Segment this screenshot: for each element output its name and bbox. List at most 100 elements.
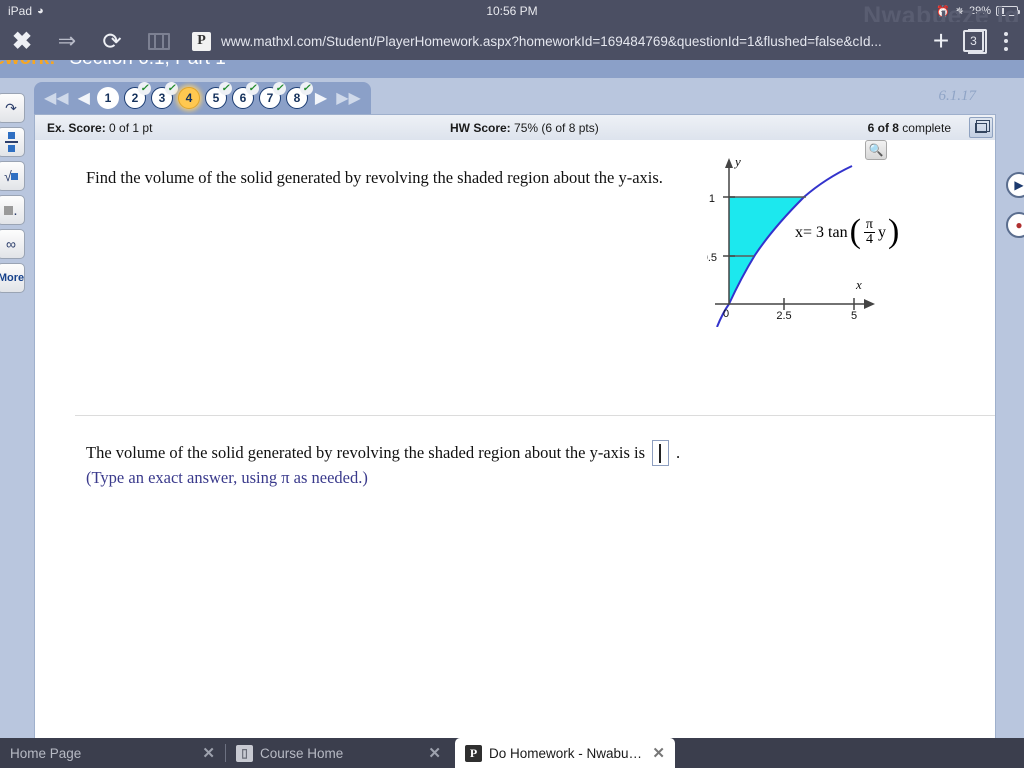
status-bar-right: ⏰ ✵ 29% xyxy=(936,5,1020,18)
bluetooth-icon: ✵ xyxy=(954,5,964,18)
close-icon[interactable]: ✕ xyxy=(202,744,215,762)
right-tool-rail: ▶ ● xyxy=(1000,172,1024,238)
decimal-icon[interactable]: . xyxy=(0,195,25,225)
infinity-icon[interactable]: ∞ xyxy=(0,229,25,259)
question-panel: ◀◀ ◀ 1 2 ✓ 3 ✓ 4 5 ✓ 6 ✓ 7 ✓ 8 ✓ ▶ ▶▶ 6.… xyxy=(28,78,996,768)
overflow-menu-icon[interactable] xyxy=(988,31,1024,51)
check-icon: ✓ xyxy=(245,82,259,95)
completion-count: 6 of 8 xyxy=(867,120,899,135)
screen-root: iPad ◕ 10:56 PM ⏰ ✵ 29% Nwabueze Ig ✖ ⇒ … xyxy=(0,0,1024,768)
check-icon: ✓ xyxy=(137,82,151,95)
pagination-label: 8 xyxy=(293,91,301,105)
pagination-label: 7 xyxy=(266,91,274,105)
homework-score: HW Score: 75% (6 of 8 pts) xyxy=(450,121,599,135)
pagination-item-3[interactable]: 3 ✓ xyxy=(150,82,178,109)
stop-close-icon[interactable]: ✖ xyxy=(0,27,44,56)
y-axis-arrow xyxy=(725,158,733,168)
square-root-icon[interactable]: √ xyxy=(0,161,25,191)
math-palette: ↷ √ . ∞ More xyxy=(0,93,28,293)
homework-score-label: HW Score: xyxy=(450,120,511,135)
pagination-bar: ◀◀ ◀ 1 2 ✓ 3 ✓ 4 5 ✓ 6 ✓ 7 ✓ 8 ✓ ▶ ▶▶ 6.… xyxy=(28,78,996,114)
x-axis-label: x xyxy=(855,277,862,292)
reload-icon[interactable]: ⟳ xyxy=(90,28,134,55)
page-favicon: P xyxy=(192,31,211,51)
x-tick-label-5: 5 xyxy=(851,310,857,322)
pagination-label: 6 xyxy=(239,91,247,105)
tab-count-button[interactable]: 3 xyxy=(963,29,987,54)
exercise-score-value: 0 of 1 pt xyxy=(109,120,153,135)
exercise-score: Ex. Score: 0 of 1 pt xyxy=(47,121,152,135)
origin-label: 0 xyxy=(723,308,729,320)
left-paren: ( xyxy=(849,213,861,251)
tab-home-page[interactable]: Home Page ✕ xyxy=(0,738,225,768)
y-tick-label-0-5: 0.5 xyxy=(707,252,717,264)
completion-status: 6 of 8 complete xyxy=(868,121,951,135)
question-sheet: Find the volume of the solid generated b… xyxy=(34,140,996,768)
score-bar: Ex. Score: 0 of 1 pt HW Score: 75% (6 of… xyxy=(34,114,996,140)
tab-title: Home Page xyxy=(10,745,82,761)
pagination-item-8[interactable]: 8 ✓ xyxy=(285,82,313,109)
answer-input[interactable] xyxy=(652,440,670,466)
first-question-button[interactable]: ◀◀ xyxy=(42,88,71,108)
close-icon[interactable]: ✕ xyxy=(652,744,665,762)
answer-hint: (Type an exact answer, using π as needed… xyxy=(86,468,368,487)
x-axis-arrow xyxy=(864,299,875,309)
curve-equation-label: x= 3 tan ( π 4 y ) xyxy=(795,213,900,251)
undo-redo-icon[interactable]: ↷ xyxy=(0,93,25,123)
check-icon: ✓ xyxy=(272,82,286,95)
ask-instructor-button[interactable]: ● xyxy=(1006,212,1024,238)
check-icon: ✓ xyxy=(164,82,178,95)
check-icon: ✓ xyxy=(218,82,232,95)
fraction-numerator: π xyxy=(865,217,873,232)
pagination-item-7[interactable]: 7 ✓ xyxy=(258,82,286,109)
pagination-item-1[interactable]: 1 xyxy=(96,87,119,109)
shaded-region xyxy=(729,197,804,304)
more-button[interactable]: More xyxy=(0,263,25,293)
battery-icon xyxy=(996,6,1020,16)
last-question-button[interactable]: ▶▶ xyxy=(334,88,363,108)
alarm-icon: ⏰ xyxy=(936,5,950,18)
tab-title: Course Home xyxy=(260,745,344,761)
answer-line: The volume of the solid generated by rev… xyxy=(86,440,680,466)
pagination-item-6[interactable]: 6 ✓ xyxy=(231,82,259,109)
pagination-label: 5 xyxy=(212,91,220,105)
y-axis-label: y xyxy=(733,154,741,169)
battery-percent-label: 29% xyxy=(968,5,991,17)
answer-trailing-period: . xyxy=(676,443,681,462)
status-bar-clock: 10:56 PM xyxy=(486,4,538,18)
exercise-score-label: Ex. Score: xyxy=(47,120,106,135)
pagination-controls: ◀◀ ◀ 1 2 ✓ 3 ✓ 4 5 ✓ 6 ✓ 7 ✓ 8 ✓ ▶ ▶▶ xyxy=(34,82,371,114)
ios-status-bar: iPad ◕ 10:56 PM ⏰ ✵ 29% xyxy=(0,0,1024,22)
browser-toolbar: ✖ ⇒ ⟳ P www.mathxl.com/Student/PlayerHom… xyxy=(0,22,1024,60)
equation-lhs: x= 3 tan xyxy=(795,223,848,241)
question-prompt: Find the volume of the solid generated b… xyxy=(86,168,663,187)
pagination-item-5[interactable]: 5 ✓ xyxy=(204,82,232,109)
close-icon[interactable]: ✕ xyxy=(428,744,441,762)
section-divider xyxy=(75,415,995,416)
pagination-label: 4 xyxy=(185,91,193,105)
tab-course-home[interactable]: ▯ Course Home ✕ xyxy=(226,738,451,768)
url-bar[interactable]: www.mathxl.com/Student/PlayerHomework.as… xyxy=(221,34,919,49)
next-question-button[interactable]: ▶ xyxy=(313,88,329,108)
book-icon: ▯ xyxy=(236,744,253,762)
pagination-label: 1 xyxy=(104,91,112,105)
completion-label: complete xyxy=(902,120,951,135)
fraction-icon[interactable] xyxy=(0,127,25,157)
restore-window-icon[interactable] xyxy=(969,117,993,138)
plus-icon[interactable]: + xyxy=(919,25,963,57)
x-tick-label-2-5: 2.5 xyxy=(776,310,791,322)
video-help-button[interactable]: ▶ xyxy=(1006,172,1024,198)
equation-variable: y xyxy=(877,223,886,241)
equation-fraction: π 4 xyxy=(863,217,875,247)
forward-arrow-icon[interactable]: ⇒ xyxy=(44,28,90,54)
homework-score-value: 75% (6 of 8 pts) xyxy=(514,120,599,135)
tab-view-icon[interactable] xyxy=(134,32,184,50)
prev-question-button[interactable]: ◀ xyxy=(76,88,92,108)
browser-tab-bar: Home Page ✕ ▯ Course Home ✕ P Do Homewor… xyxy=(0,738,1024,768)
pagination-item-4[interactable]: 4 xyxy=(177,87,200,109)
tab-do-homework[interactable]: P Do Homework - Nwabue... ✕ xyxy=(455,738,675,768)
pagination-item-2[interactable]: 2 ✓ xyxy=(123,82,151,109)
fraction-denominator: 4 xyxy=(863,232,875,247)
pagination-label: 3 xyxy=(158,91,166,105)
right-paren: ) xyxy=(887,213,900,251)
